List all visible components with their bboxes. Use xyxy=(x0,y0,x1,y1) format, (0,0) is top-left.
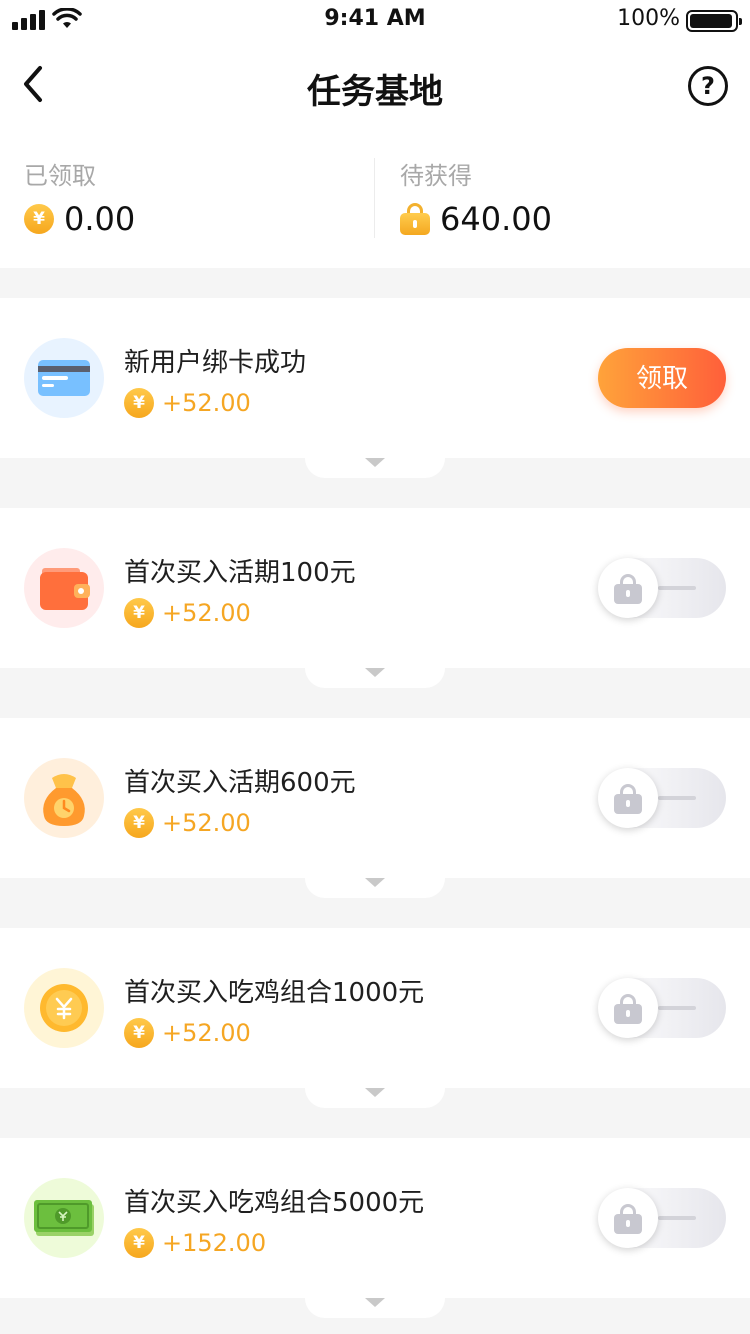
yuan-coin-icon: ¥ xyxy=(24,204,54,234)
expand-tab[interactable] xyxy=(305,878,445,898)
status-bar: 9:41 AM 100% xyxy=(0,0,750,40)
reward-amount: +52.00 xyxy=(162,599,251,627)
help-icon[interactable]: ? xyxy=(688,66,728,106)
nav-bar: 任务基地 ? xyxy=(0,40,750,130)
expand-tab[interactable] xyxy=(305,668,445,688)
expand-tab[interactable] xyxy=(305,1088,445,1108)
task-name: 首次买入活期100元 xyxy=(124,558,356,588)
claim-button[interactable]: 领取 xyxy=(598,348,726,408)
task-name: 首次买入活期600元 xyxy=(124,768,356,798)
task-card: 新用户绑卡成功 ¥ +52.00 领取 xyxy=(0,298,750,478)
task-name: 首次买入吃鸡组合1000元 xyxy=(124,978,425,1008)
task-reward: ¥ +52.00 xyxy=(124,598,251,628)
battery-icon xyxy=(686,10,742,32)
reward-summary: 已领取 ¥ 0.00 待获得 640.00 xyxy=(0,130,750,268)
bank-card-icon xyxy=(24,338,104,418)
divider xyxy=(374,158,375,238)
pending-amount: 640.00 xyxy=(440,200,552,238)
task-reward: ¥ +52.00 xyxy=(124,808,251,838)
yuan-coin-icon: ¥ xyxy=(124,808,154,838)
task-name: 新用户绑卡成功 xyxy=(124,348,307,378)
yuan-coin-icon: ¥ xyxy=(124,1018,154,1048)
yuan-coin-icon: ¥ xyxy=(124,388,154,418)
task-reward: ¥ +52.00 xyxy=(124,1018,251,1048)
lock-icon xyxy=(400,203,430,235)
money-bag-icon xyxy=(24,758,104,838)
pending-summary: 待获得 640.00 xyxy=(400,156,552,238)
locked-toggle[interactable] xyxy=(598,558,726,618)
task-card: 首次买入吃鸡组合1000元 ¥ +52.00 xyxy=(0,928,750,1108)
yuan-coin-icon: ¥ xyxy=(124,1228,154,1258)
wallet-icon xyxy=(24,548,104,628)
claimed-summary: 已领取 ¥ 0.00 xyxy=(24,156,135,238)
task-reward: ¥ +152.00 xyxy=(124,1228,266,1258)
reward-amount: +52.00 xyxy=(162,809,251,837)
coin-icon xyxy=(24,968,104,1048)
pending-label: 待获得 xyxy=(400,162,472,190)
page-title: 任务基地 xyxy=(307,72,443,112)
locked-toggle[interactable] xyxy=(598,1188,726,1248)
task-name: 首次买入吃鸡组合5000元 xyxy=(124,1188,425,1218)
claimed-label: 已领取 xyxy=(24,162,96,190)
lock-icon xyxy=(598,768,658,828)
locked-toggle[interactable] xyxy=(598,768,726,828)
reward-amount: +152.00 xyxy=(162,1229,267,1257)
yuan-coin-icon: ¥ xyxy=(124,598,154,628)
task-card: 首次买入活期600元 ¥ +52.00 xyxy=(0,718,750,898)
reward-amount: +52.00 xyxy=(162,389,251,417)
task-card: 首次买入吃鸡组合5000元 ¥ +152.00 xyxy=(0,1138,750,1318)
task-reward: ¥ +52.00 xyxy=(124,388,251,418)
lock-icon xyxy=(598,558,658,618)
expand-tab[interactable] xyxy=(305,458,445,478)
expand-tab[interactable] xyxy=(305,1298,445,1318)
lock-icon xyxy=(598,978,658,1038)
battery-percent: 100% xyxy=(617,6,680,31)
claimed-amount: 0.00 xyxy=(64,200,136,238)
lock-icon xyxy=(598,1188,658,1248)
locked-toggle[interactable] xyxy=(598,978,726,1038)
reward-amount: +52.00 xyxy=(162,1019,251,1047)
banknote-icon xyxy=(24,1178,104,1258)
task-card: 首次买入活期100元 ¥ +52.00 xyxy=(0,508,750,688)
